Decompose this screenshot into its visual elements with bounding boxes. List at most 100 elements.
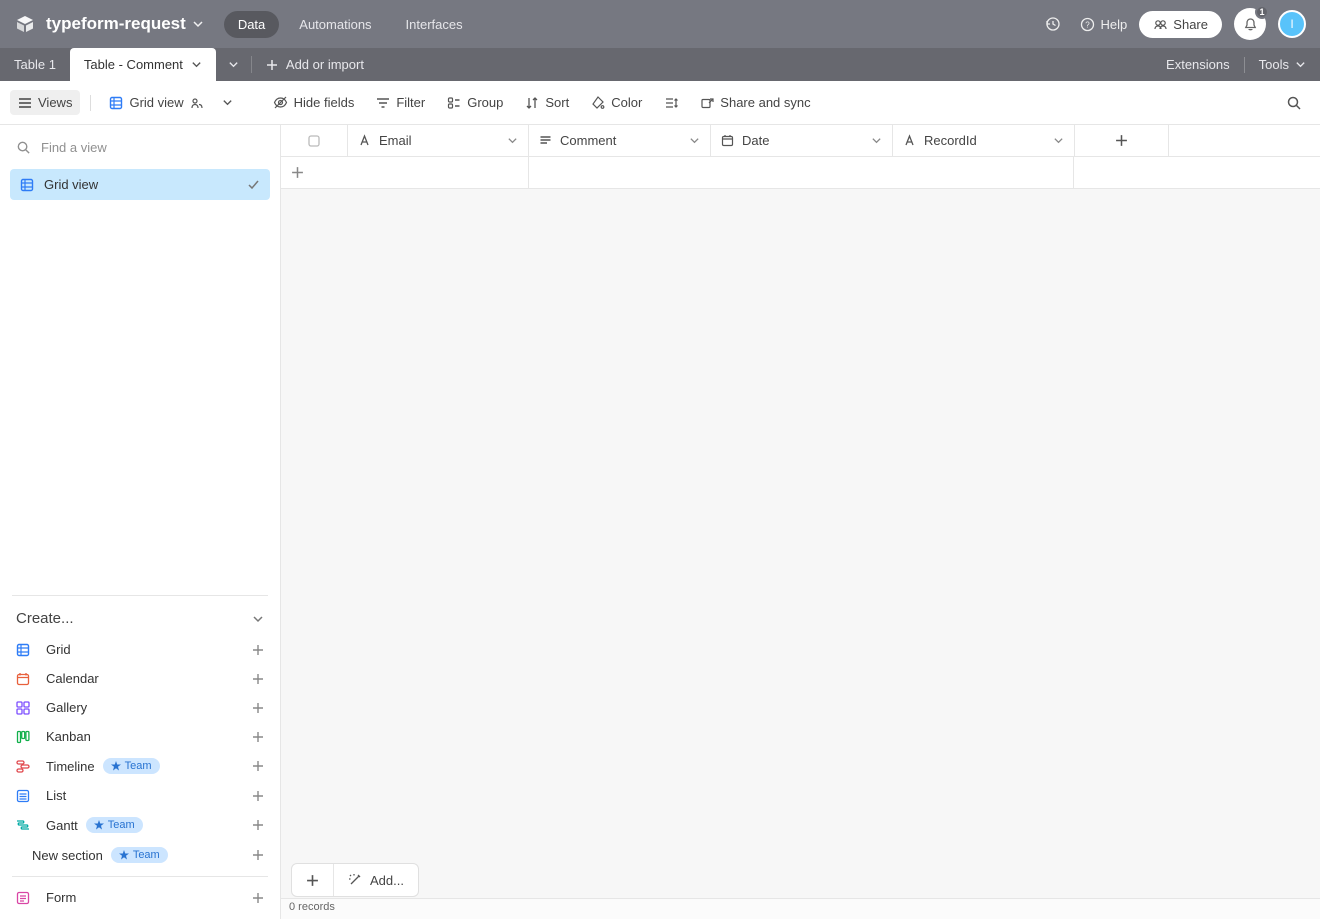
main: Grid view Create... Grid Calendar Galler: [0, 125, 1320, 919]
select-all-checkbox[interactable]: [281, 125, 348, 156]
create-list[interactable]: List: [0, 781, 280, 810]
share-sync-button[interactable]: Share and sync: [692, 90, 818, 115]
share-label: Share: [1173, 17, 1208, 32]
svg-text:?: ?: [1085, 20, 1090, 29]
plus-icon[interactable]: [252, 673, 264, 685]
help-label: Help: [1101, 17, 1128, 32]
add-or-import-button[interactable]: Add or import: [252, 48, 378, 81]
plus-icon[interactable]: [252, 819, 264, 831]
base-name[interactable]: typeform-request: [46, 14, 186, 34]
sort-button[interactable]: Sort: [517, 90, 577, 115]
airtable-logo-icon[interactable]: [14, 13, 36, 35]
text-icon: [358, 134, 371, 147]
create-label: New section: [32, 848, 103, 863]
create-calendar[interactable]: Calendar: [0, 664, 280, 693]
create-label: Gantt: [46, 818, 78, 833]
plus-icon[interactable]: [252, 892, 264, 904]
plus-icon: [306, 874, 319, 887]
chevron-down-icon[interactable]: [871, 135, 882, 146]
date-icon: [721, 134, 734, 147]
filter-button[interactable]: Filter: [368, 90, 433, 115]
tools-button[interactable]: Tools: [1259, 57, 1306, 72]
create-grid[interactable]: Grid: [0, 635, 280, 664]
add-column-button[interactable]: [1075, 125, 1169, 156]
search-icon: [16, 140, 31, 155]
nav-interfaces[interactable]: Interfaces: [392, 11, 477, 38]
sort-label: Sort: [545, 95, 569, 110]
chevron-down-icon: [252, 613, 264, 625]
tools-label: Tools: [1259, 57, 1289, 72]
kanban-icon: [16, 730, 32, 744]
gantt-icon: [16, 818, 32, 832]
create-gallery[interactable]: Gallery: [0, 693, 280, 722]
nav-automations[interactable]: Automations: [285, 11, 385, 38]
group-label: Group: [467, 95, 503, 110]
chevron-down-icon[interactable]: [507, 135, 518, 146]
column-label: Date: [742, 133, 769, 148]
view-switcher[interactable]: Grid view: [101, 90, 240, 115]
create-form[interactable]: Form: [0, 883, 280, 919]
help-button[interactable]: ? Help: [1080, 17, 1128, 32]
tab-label: Table - Comment: [84, 57, 183, 72]
chevron-down-icon[interactable]: [192, 18, 204, 30]
views-button[interactable]: Views: [10, 90, 80, 115]
create-kanban[interactable]: Kanban: [0, 722, 280, 751]
extensions-button[interactable]: Extensions: [1166, 57, 1230, 72]
column-email[interactable]: Email: [348, 125, 529, 156]
status-bar: 0 records: [281, 898, 1320, 919]
add-import-label: Add or import: [286, 57, 364, 72]
search-icon[interactable]: [1278, 87, 1310, 119]
gallery-icon: [16, 701, 32, 715]
row-height-button[interactable]: [656, 91, 686, 115]
hide-fields-button[interactable]: Hide fields: [265, 90, 363, 115]
grid-area: Email Comment Date RecordId: [281, 125, 1320, 919]
column-date[interactable]: Date: [711, 125, 893, 156]
tabs-dropdown[interactable]: [216, 48, 251, 81]
add-row[interactable]: [281, 157, 1320, 189]
avatar[interactable]: I: [1278, 10, 1306, 38]
add-record-button[interactable]: [292, 864, 333, 896]
create-new-section[interactable]: New section Team: [0, 840, 280, 870]
create-timeline[interactable]: Timeline Team: [0, 751, 280, 781]
notifications-button[interactable]: 1: [1234, 8, 1266, 40]
text-icon: [903, 134, 916, 147]
chevron-down-icon[interactable]: [222, 97, 233, 108]
add-menu-button[interactable]: Add...: [334, 864, 418, 896]
grid-icon: [16, 643, 32, 657]
sidebar-view-gridview[interactable]: Grid view: [10, 169, 270, 200]
team-badge: Team: [111, 847, 168, 863]
view-search-input[interactable]: [41, 140, 264, 155]
tab-table-comment[interactable]: Table - Comment: [70, 48, 216, 81]
create-gantt[interactable]: Gantt Team: [0, 810, 280, 840]
share-button[interactable]: Share: [1139, 11, 1222, 38]
toolbar: Views Grid view Hide fields Filter Group…: [0, 81, 1320, 125]
plus-icon[interactable]: [252, 731, 264, 743]
form-icon: [16, 891, 32, 905]
chevron-down-icon[interactable]: [1053, 135, 1064, 146]
create-label: Gallery: [46, 700, 87, 715]
separator: [1244, 57, 1245, 73]
view-search[interactable]: [0, 125, 280, 169]
column-label: Email: [379, 133, 412, 148]
history-icon[interactable]: [1036, 8, 1068, 40]
chevron-down-icon[interactable]: [689, 135, 700, 146]
plus-icon[interactable]: [252, 702, 264, 714]
grid-body[interactable]: Add... 0 records: [281, 157, 1320, 919]
tab-table1[interactable]: Table 1: [0, 48, 70, 81]
plus-icon[interactable]: [252, 644, 264, 656]
color-button[interactable]: Color: [583, 90, 650, 115]
plus-icon[interactable]: [252, 760, 264, 772]
grid-icon: [20, 178, 34, 192]
list-icon: [16, 789, 32, 803]
column-comment[interactable]: Comment: [529, 125, 711, 156]
nav-data[interactable]: Data: [224, 11, 279, 38]
column-recordid[interactable]: RecordId: [893, 125, 1075, 156]
plus-icon[interactable]: [252, 790, 264, 802]
long-text-icon: [539, 134, 552, 147]
plus-icon[interactable]: [252, 849, 264, 861]
chevron-down-icon[interactable]: [191, 59, 202, 70]
group-button[interactable]: Group: [439, 90, 511, 115]
sharesync-label: Share and sync: [720, 95, 810, 110]
calendar-icon: [16, 672, 32, 686]
create-header[interactable]: Create...: [0, 596, 280, 635]
